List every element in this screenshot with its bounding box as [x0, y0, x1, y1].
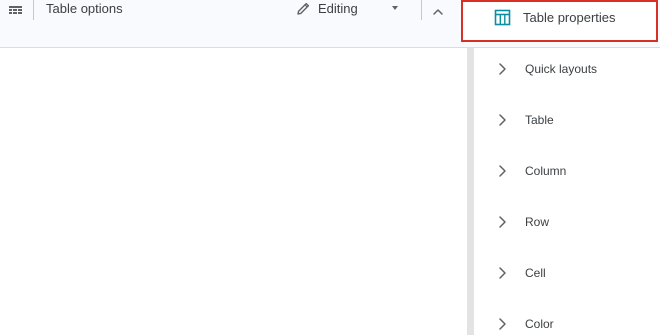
section-cell[interactable]: Cell — [494, 261, 654, 285]
section-label: Table — [525, 113, 554, 127]
toolbar-separator — [33, 0, 34, 20]
panel-title: Table properties — [523, 10, 616, 25]
panel-scrollbar[interactable] — [467, 48, 474, 335]
pencil-icon — [296, 1, 311, 16]
table-properties-panel — [474, 48, 660, 335]
chevron-right-icon — [498, 215, 507, 229]
section-label: Row — [525, 215, 550, 229]
table-icon — [494, 9, 511, 26]
chevron-right-icon — [498, 317, 507, 331]
chevron-up-icon — [433, 9, 443, 15]
section-color[interactable]: Color — [494, 312, 654, 336]
collapse-toolbar-button[interactable] — [428, 2, 448, 20]
caret-down-icon — [392, 6, 398, 10]
table-properties-header[interactable]: Table properties — [461, 0, 658, 42]
section-column[interactable]: Column — [494, 159, 654, 183]
section-label: Column — [525, 164, 567, 178]
chevron-right-icon — [498, 62, 507, 76]
section-label: Quick layouts — [525, 62, 598, 76]
section-row[interactable]: Row — [494, 210, 654, 234]
table-options-button[interactable]: Table options — [46, 1, 123, 17]
table-grid-icon[interactable] — [8, 3, 23, 18]
editing-mode-dropdown[interactable]: Editing — [294, 0, 412, 18]
chevron-right-icon — [498, 113, 507, 127]
chevron-right-icon — [498, 164, 507, 178]
section-table[interactable]: Table — [494, 108, 654, 132]
section-label: Cell — [525, 266, 546, 280]
chevron-right-icon — [498, 266, 507, 280]
section-quick-layouts[interactable]: Quick layouts — [494, 57, 654, 81]
editing-mode-label: Editing — [318, 1, 358, 16]
toolbar-separator — [421, 0, 422, 20]
section-label: Color — [525, 317, 554, 331]
